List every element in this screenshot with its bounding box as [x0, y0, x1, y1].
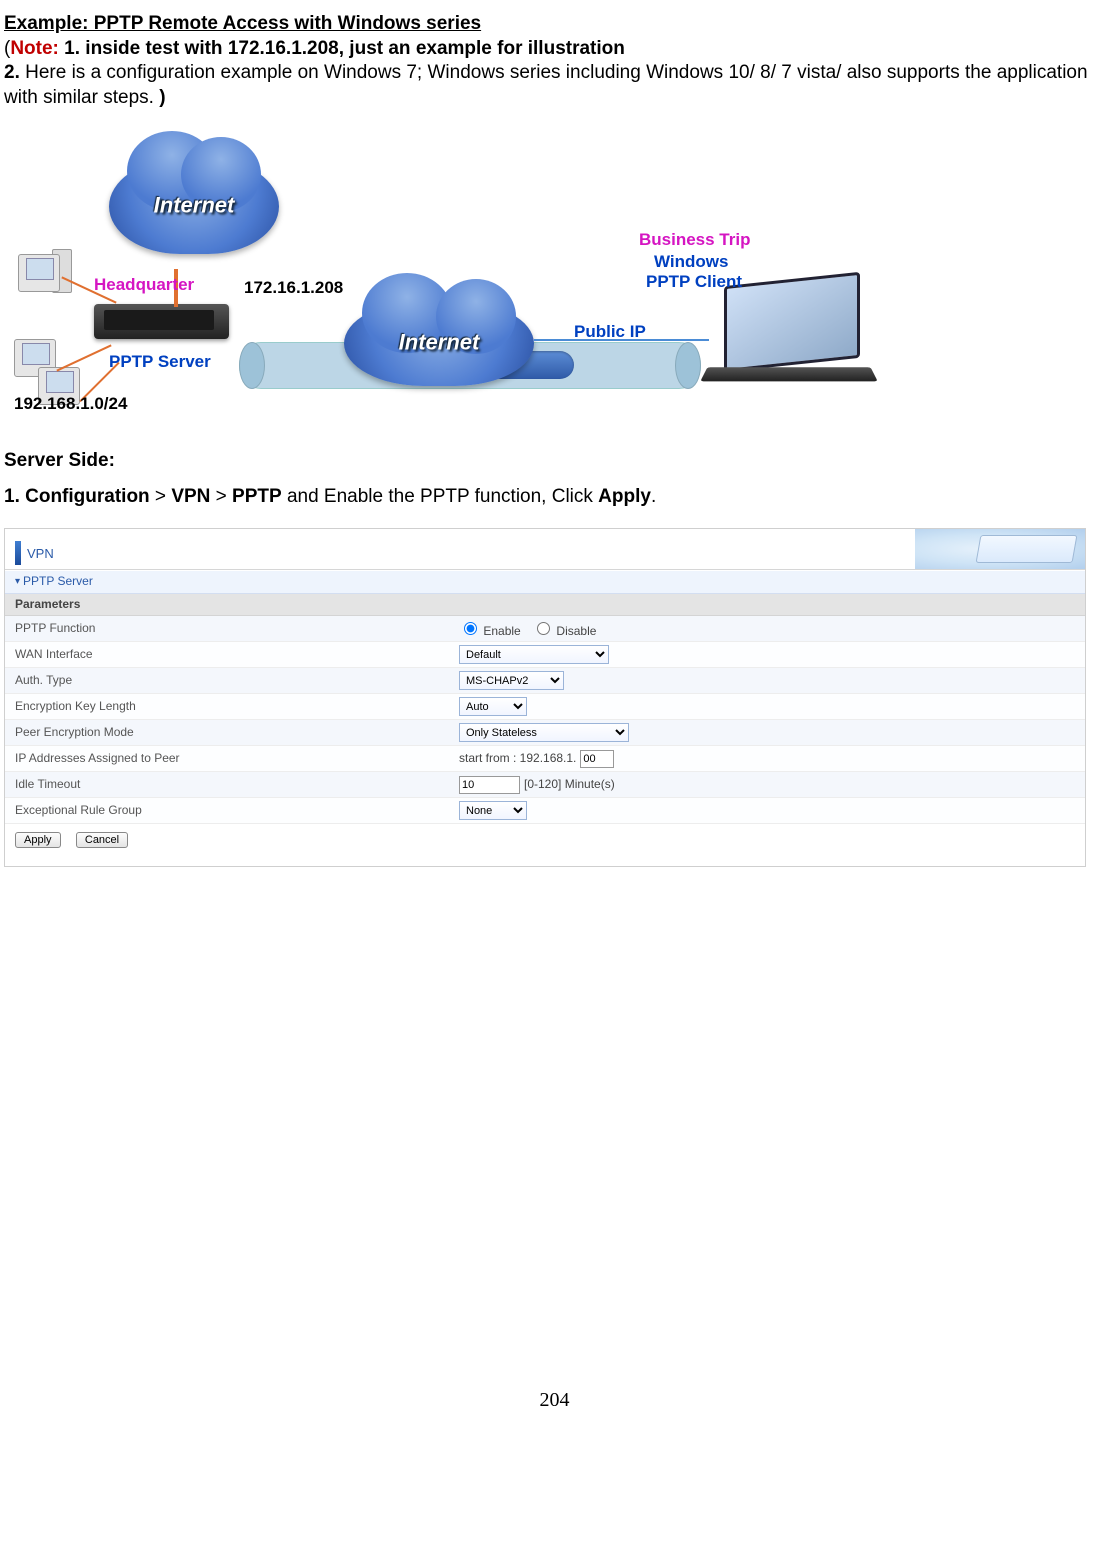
section-pptp-server[interactable]: PPTP Server — [5, 570, 1085, 594]
radio-enable-label: Enable — [483, 624, 520, 638]
cloud-label: Internet — [399, 329, 480, 358]
select-exception-group[interactable]: None — [459, 801, 527, 820]
radio-disable-input[interactable] — [537, 622, 550, 635]
vpn-config-panel: VPN PPTP Server Parameters PPTP Function… — [4, 528, 1086, 867]
label-ip-assigned: IP Addresses Assigned to Peer — [5, 748, 455, 770]
panel-title: VPN — [27, 546, 54, 563]
cloud-label: Internet — [154, 192, 235, 221]
panel-buttons: Apply Cancel — [5, 824, 1085, 866]
pc-icon — [18, 254, 60, 292]
pptp-server-label: PPTP Server — [109, 351, 211, 373]
select-wan-interface[interactable]: Default — [459, 645, 609, 664]
row-wan-interface: WAN Interface Default — [5, 642, 1085, 668]
breadcrumb-sep: > — [150, 486, 172, 507]
idle-suffix: [0-120] Minute(s) — [524, 777, 615, 793]
radio-enable[interactable]: Enable — [459, 619, 521, 640]
router-icon — [94, 304, 229, 339]
subnet-label: 192.168.1.0/24 — [14, 393, 127, 415]
public-ip-label: 172.16.1.208 — [244, 277, 343, 299]
headquarter-label: Headquarter — [94, 274, 194, 296]
cancel-button[interactable]: Cancel — [76, 832, 128, 848]
server-side-heading: Server Side: — [4, 449, 1105, 474]
row-pptp-function: PPTP Function Enable Disable — [5, 616, 1085, 642]
label-encryption-length: Encryption Key Length — [5, 696, 455, 718]
row-auth-type: Auth. Type MS-CHAPv2 — [5, 668, 1085, 694]
select-encryption-length[interactable]: Auto — [459, 697, 527, 716]
select-peer-encryption[interactable]: Only Stateless — [459, 723, 629, 742]
note-2-close: ) — [159, 87, 165, 108]
row-ip-assigned: IP Addresses Assigned to Peer start from… — [5, 746, 1085, 772]
ip-prefix: start from : 192.168.1. — [459, 751, 576, 767]
note-1-num: 1. — [59, 38, 80, 59]
win-client-label-2: PPTP Client — [646, 271, 742, 293]
label-pptp-function: PPTP Function — [5, 618, 455, 640]
label-wan-interface: WAN Interface — [5, 644, 455, 666]
network-diagram: PPTP Tunnel Internet Internet 172.16.1.2… — [14, 129, 894, 429]
internet-cloud-icon: Internet — [109, 159, 279, 254]
parameters-header: Parameters — [5, 594, 1085, 617]
apply-button[interactable]: Apply — [15, 832, 61, 848]
step-rest: and Enable the PPTP function, Click — [282, 486, 599, 507]
row-exception-group: Exceptional Rule Group None — [5, 798, 1085, 824]
radio-disable-label: Disable — [556, 624, 596, 638]
row-idle-timeout: Idle Timeout [0-120] Minute(s) — [5, 772, 1085, 798]
example-title: Example: PPTP Remote Access with Windows… — [4, 13, 481, 34]
step-vpn: VPN — [171, 486, 210, 507]
business-trip-label: Business Trip — [639, 229, 750, 251]
label-auth-type: Auth. Type — [5, 670, 455, 692]
label-peer-encryption: Peer Encryption Mode — [5, 722, 455, 744]
input-idle-timeout[interactable] — [459, 776, 520, 794]
label-exception-group: Exceptional Rule Group — [5, 800, 455, 822]
radio-enable-input[interactable] — [464, 622, 477, 635]
win-client-label-1: Windows — [654, 251, 728, 273]
select-auth-type[interactable]: MS-CHAPv2 — [459, 671, 564, 690]
row-peer-encryption: Peer Encryption Mode Only Stateless — [5, 720, 1085, 746]
note-2-text: Here is a configuration example on Windo… — [4, 62, 1088, 108]
header-graphic-icon — [915, 529, 1085, 569]
step-1: 1. Configuration > VPN > PPTP and Enable… — [4, 485, 1105, 510]
step-configuration: 1. Configuration — [4, 486, 150, 507]
header-accent-icon — [15, 541, 21, 565]
lan-line — [56, 344, 111, 371]
page-number: 204 — [4, 1387, 1105, 1413]
internet-cloud-icon: Internet — [344, 301, 534, 386]
note-2-num: 2. — [4, 62, 25, 83]
label-idle-timeout: Idle Timeout — [5, 774, 455, 796]
parameter-rows: PPTP Function Enable Disable WAN Interfa… — [5, 616, 1085, 824]
note-label: Note: — [10, 38, 59, 59]
radio-disable[interactable]: Disable — [532, 619, 596, 640]
laptop-icon — [704, 279, 874, 389]
breadcrumb-sep: > — [210, 486, 232, 507]
row-encryption-length: Encryption Key Length Auto — [5, 694, 1085, 720]
note-1-text: inside test with 172.16.1.208, just an e… — [80, 38, 625, 59]
panel-header: VPN — [5, 529, 1085, 570]
step-dot: . — [651, 486, 656, 507]
step-pptp: PPTP — [232, 486, 282, 507]
public-ip-text: Public IP — [574, 321, 646, 343]
input-ip-start[interactable] — [580, 750, 614, 768]
step-apply: Apply — [598, 486, 651, 507]
